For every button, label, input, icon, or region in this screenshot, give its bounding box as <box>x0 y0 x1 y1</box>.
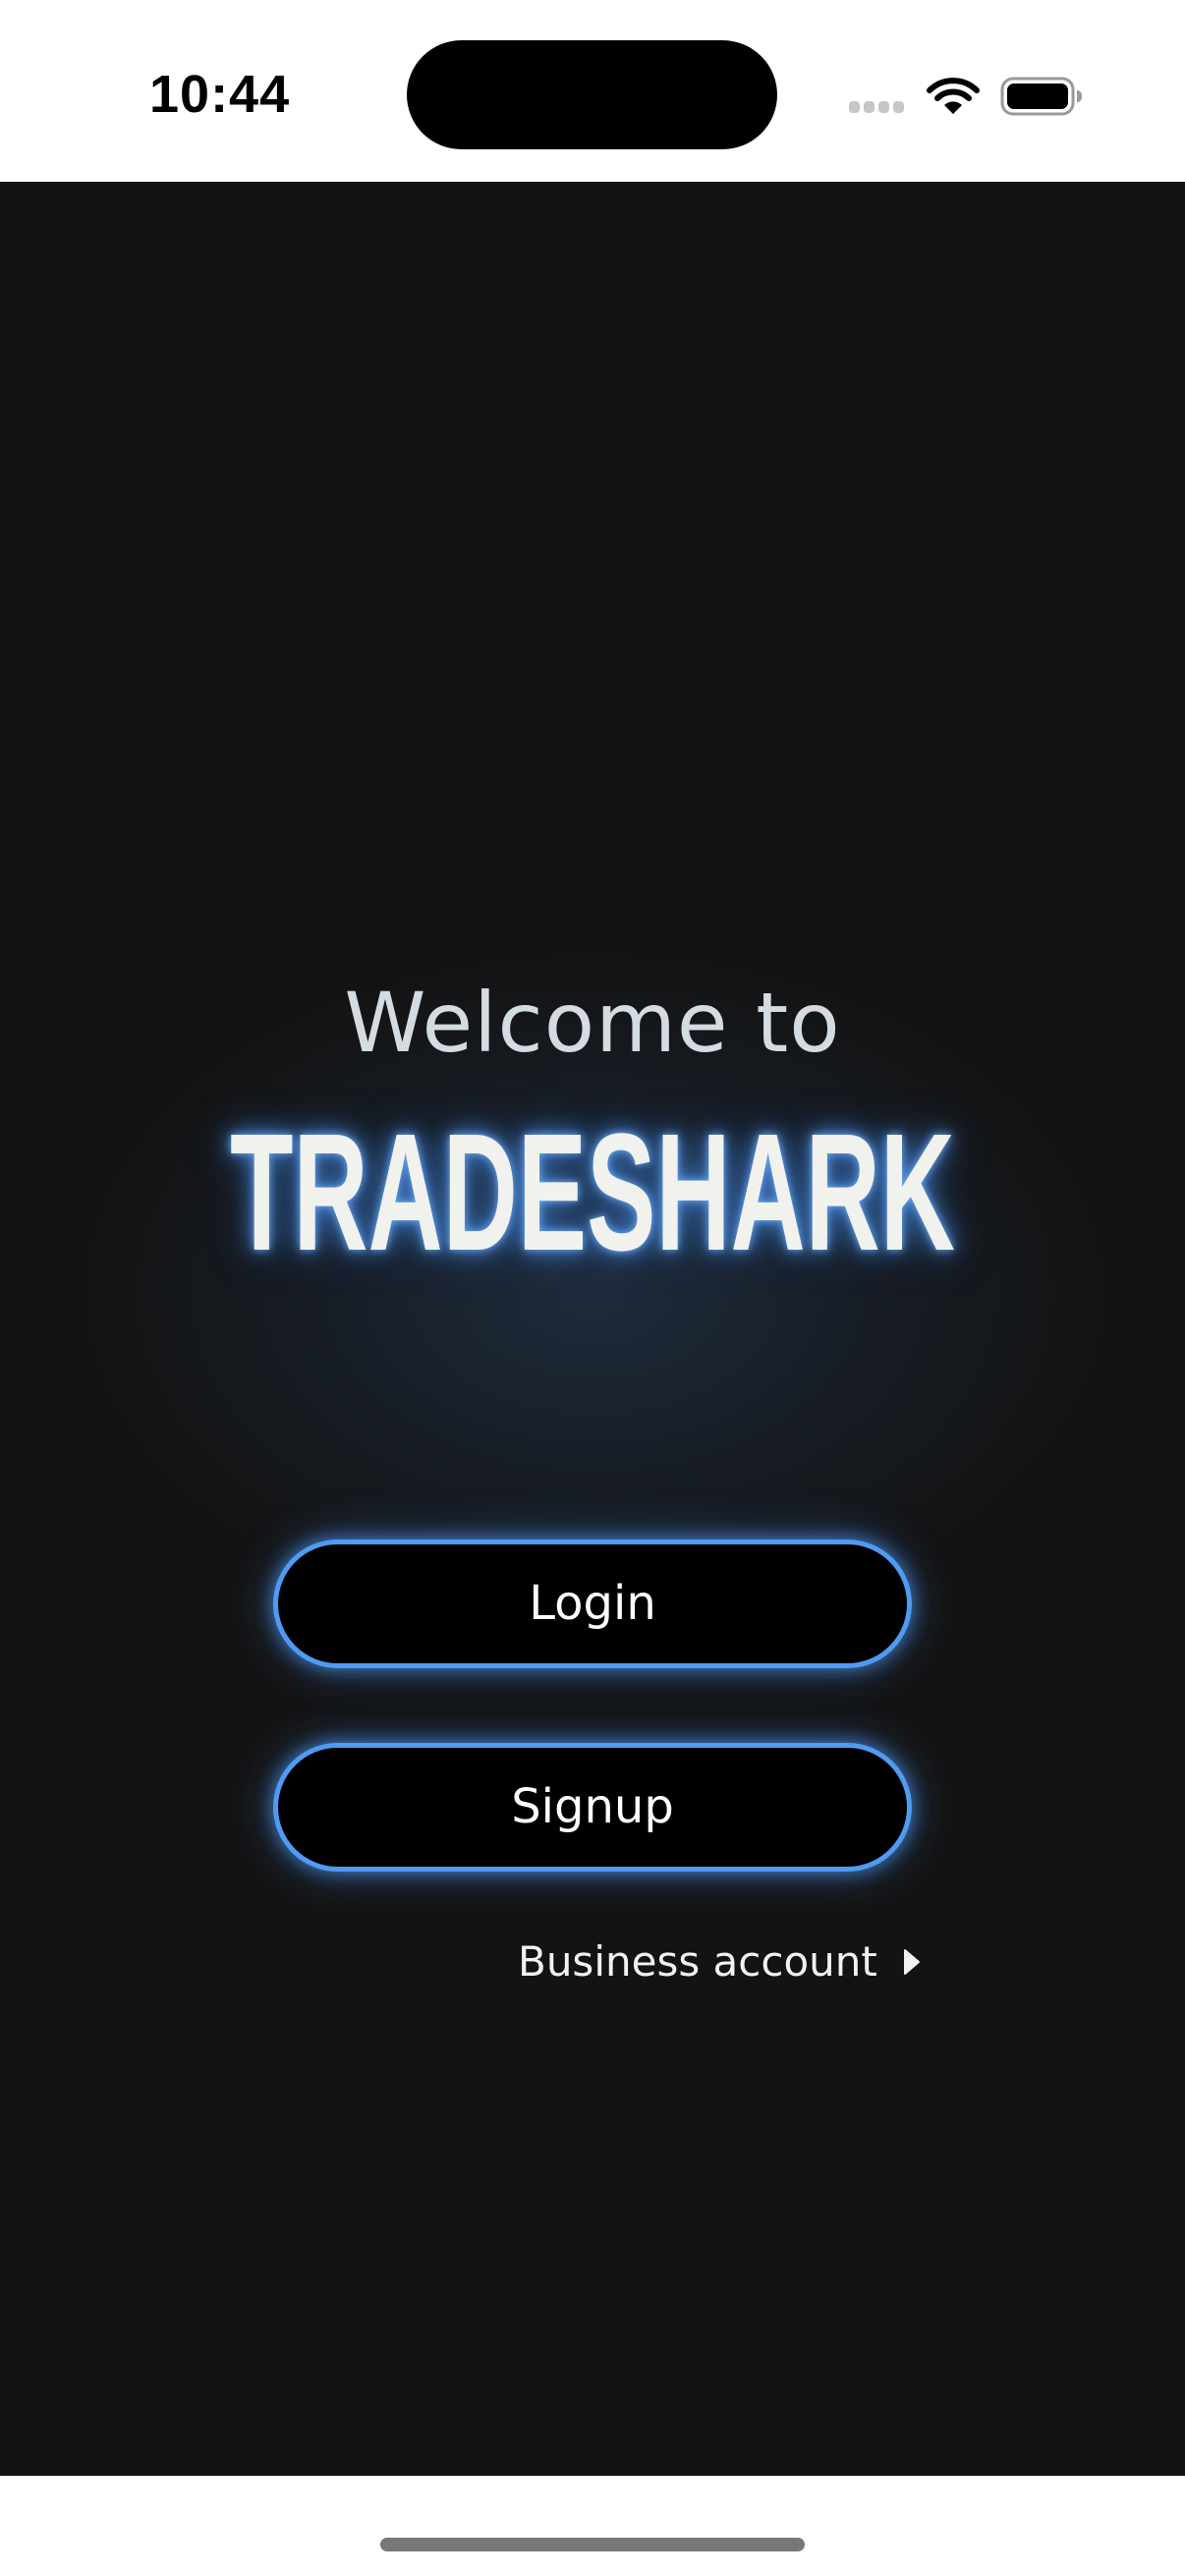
app-screen: 10:44 Welcome to TRADESHARK Login Signup… <box>0 0 1185 2576</box>
home-indicator[interactable] <box>380 2538 805 2551</box>
business-account-link[interactable]: Business account <box>518 1932 921 1991</box>
welcome-heading: Welcome to <box>344 975 841 1071</box>
status-time: 10:44 <box>149 65 291 124</box>
wifi-icon <box>927 78 980 114</box>
signup-button[interactable]: Signup <box>273 1743 912 1872</box>
caret-right-icon <box>903 1949 920 1975</box>
welcome-screen: Welcome to TRADESHARK Login Signup Busin… <box>0 182 1185 2476</box>
brand-logo-text: TRADESHARK <box>230 1099 955 1286</box>
battery-icon <box>1000 77 1082 116</box>
login-button[interactable]: Login <box>273 1540 912 1668</box>
home-indicator-area <box>0 2476 1185 2576</box>
business-account-label: Business account <box>518 1937 877 1986</box>
dynamic-island <box>407 40 777 149</box>
status-bar: 10:44 <box>0 0 1185 182</box>
cellular-signal-icon <box>849 101 908 115</box>
